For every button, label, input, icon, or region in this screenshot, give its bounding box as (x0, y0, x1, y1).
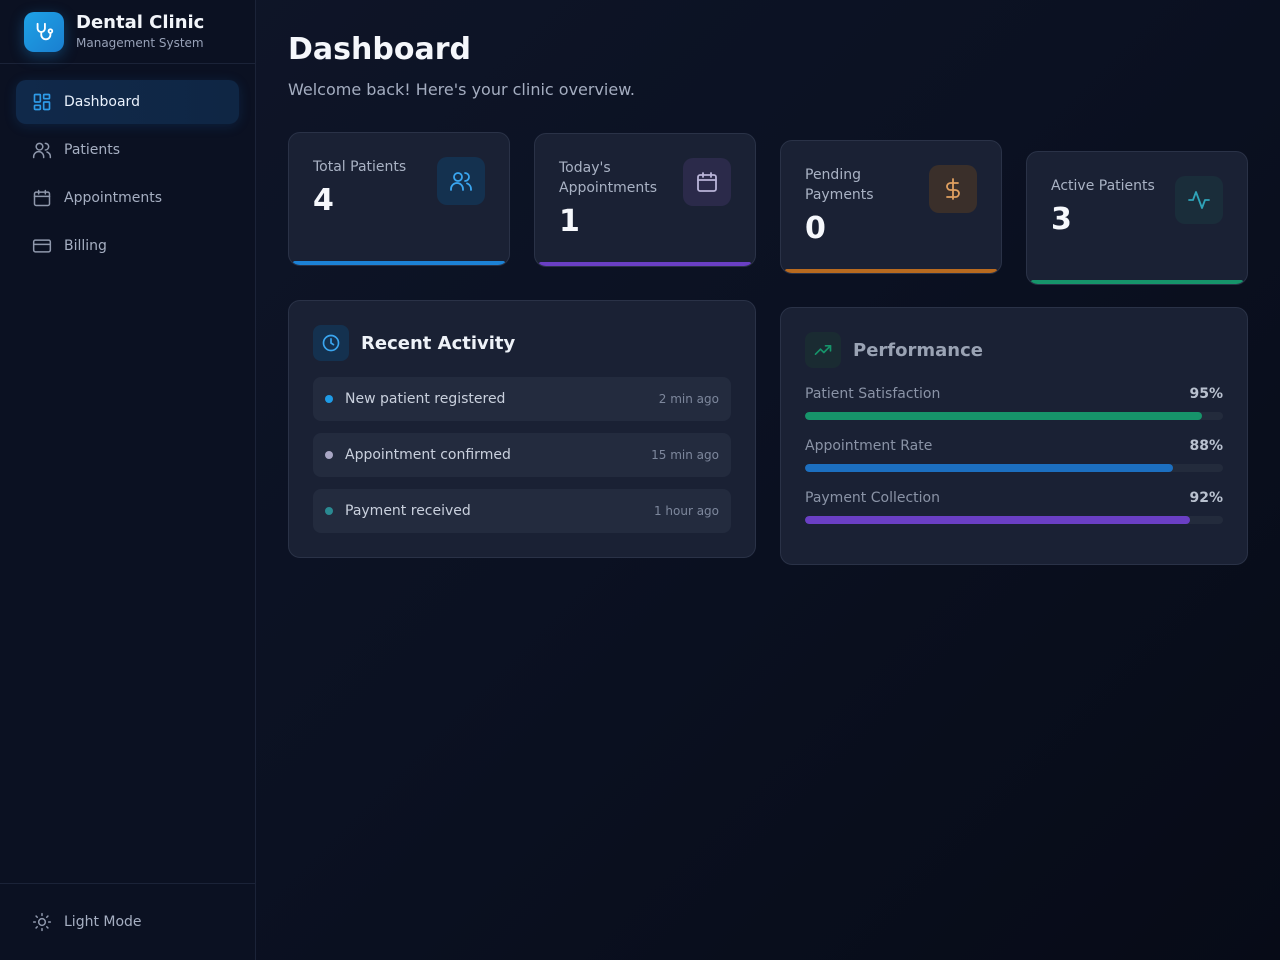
stat-value: 1 (559, 204, 580, 239)
sidebar-item-patients[interactable]: Patients (16, 128, 239, 172)
page-title: Dashboard (288, 32, 471, 67)
sidebar-item-billing[interactable]: Billing (16, 224, 239, 268)
stat-label: Total Patients (313, 159, 407, 175)
status-dot (325, 395, 333, 403)
progress-track (805, 516, 1223, 524)
stat-accent-bar (785, 269, 997, 273)
sidebar-item-label: Appointments (64, 190, 163, 206)
stat-label: Today's Appointments (559, 160, 658, 196)
stat-card-todays-appointments: Today's Appointments 1 (534, 133, 756, 267)
stat-accent-bar (539, 262, 751, 266)
list-item: Appointment confirmed 15 min ago (313, 433, 731, 477)
page-subtitle: Welcome back! Here's your clinic overvie… (288, 80, 635, 99)
stat-card-pending-payments: Pending Payments 0 (780, 140, 1002, 274)
layout-grid-icon (32, 92, 52, 112)
list-item: Payment received 1 hour ago (313, 489, 731, 533)
activity-text: Payment received (345, 503, 471, 519)
list-item: New patient registered 2 min ago (313, 377, 731, 421)
performance-metric: Patient Satisfaction 95% (805, 384, 1223, 420)
stat-label: Active Patients (1051, 178, 1155, 194)
sidebar-item-label: Dashboard (64, 94, 140, 110)
users-icon (437, 157, 485, 205)
progress-track (805, 412, 1223, 420)
status-dot (325, 451, 333, 459)
brand-subtitle: Management System (76, 36, 204, 50)
progress-track (805, 464, 1223, 472)
sidebar-item-dashboard[interactable]: Dashboard (16, 80, 239, 124)
main-content: Dashboard Welcome back! Here's your clin… (288, 32, 1248, 565)
calendar-icon (683, 158, 731, 206)
metric-value: 95% (1189, 386, 1223, 402)
sun-icon (32, 912, 52, 932)
stat-card-total-patients: Total Patients 4 (288, 132, 510, 266)
dollar-icon (929, 165, 977, 213)
trending-up-icon (805, 332, 841, 368)
stat-label: Pending Payments (805, 167, 874, 203)
performance-panel: Performance Patient Satisfaction 95% App… (780, 307, 1248, 565)
brand-title: Dental Clinic (76, 12, 205, 33)
activity-time: 2 min ago (658, 392, 719, 406)
performance-metric: Appointment Rate 88% (805, 436, 1223, 472)
users-icon (32, 140, 52, 160)
stethoscope-icon (24, 11, 64, 52)
stat-accent-bar (293, 261, 505, 265)
performance-title: Performance (853, 339, 983, 361)
light-mode-toggle[interactable]: Light Mode (16, 900, 239, 944)
stats-row: Total Patients 4 Today's Appointments 1 … (288, 132, 1248, 292)
recent-activity-panel: Recent Activity New patient registered 2… (288, 300, 756, 558)
metric-label: Appointment Rate (805, 438, 933, 454)
activity-icon (1175, 176, 1223, 224)
activity-text: Appointment confirmed (345, 447, 511, 463)
activity-time: 1 hour ago (653, 504, 719, 518)
sidebar-item-label: Patients (64, 142, 121, 158)
status-dot (325, 507, 333, 515)
stat-value: 0 (805, 211, 826, 246)
progress-fill (805, 516, 1190, 524)
brand: Dental Clinic Management System (0, 0, 255, 64)
stat-card-active-patients: Active Patients 3 (1026, 151, 1248, 285)
sidebar-footer: Light Mode (0, 883, 255, 960)
metric-value: 92% (1189, 490, 1223, 506)
sidebar: Dental Clinic Management System Dashboar… (0, 0, 256, 960)
clock-icon (313, 325, 349, 361)
light-mode-label: Light Mode (64, 914, 142, 930)
sidebar-nav: Dashboard Patients Appointments Billing (0, 64, 255, 288)
metric-label: Patient Satisfaction (805, 386, 941, 402)
performance-metric: Payment Collection 92% (805, 488, 1223, 524)
sidebar-item-appointments[interactable]: Appointments (16, 176, 239, 220)
calendar-icon (32, 188, 52, 208)
activity-time: 15 min ago (651, 448, 719, 462)
progress-fill (805, 412, 1203, 420)
activity-text: New patient registered (345, 391, 506, 407)
credit-card-icon (32, 236, 52, 256)
metric-value: 88% (1189, 438, 1223, 454)
progress-fill (805, 464, 1173, 472)
sidebar-item-label: Billing (64, 238, 107, 254)
stat-accent-bar (1031, 280, 1243, 284)
recent-activity-title: Recent Activity (361, 332, 516, 354)
metric-label: Payment Collection (805, 490, 940, 506)
